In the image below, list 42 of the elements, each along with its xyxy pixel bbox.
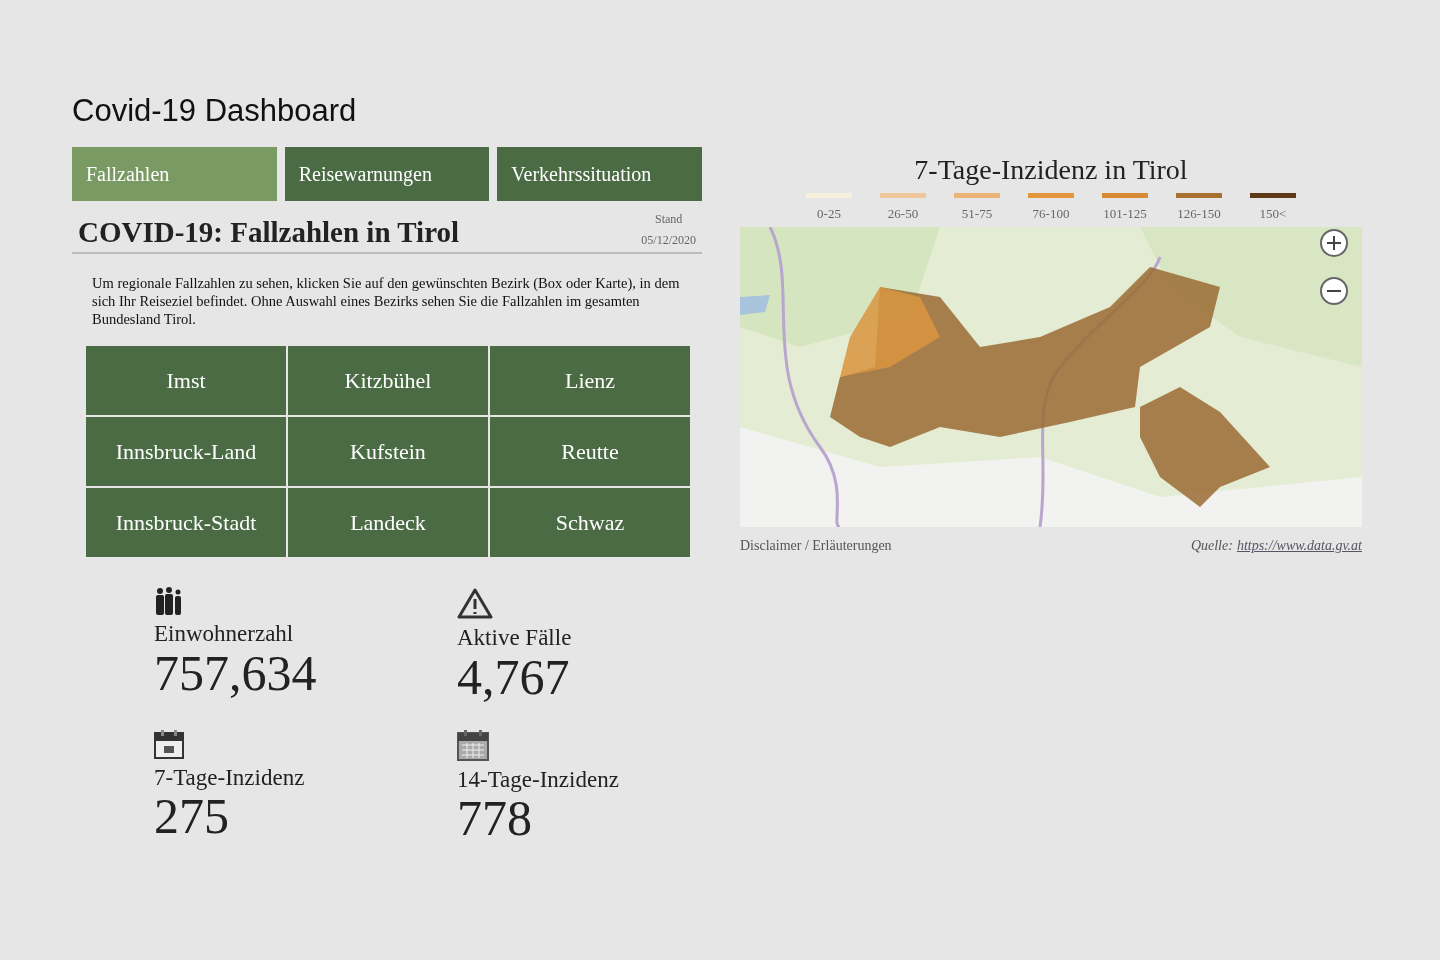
- district-button[interactable]: Lienz: [490, 346, 690, 416]
- stat-value: 4,767: [457, 650, 571, 704]
- tab[interactable]: Reisewarnungen: [284, 147, 490, 202]
- disclaimer-link[interactable]: Disclaimer / Erläuterungen: [740, 535, 892, 557]
- stat-value: 778: [457, 792, 532, 845]
- legend-label: 101-125: [1102, 204, 1148, 223]
- district-button[interactable]: Kitzbühel: [288, 346, 488, 416]
- calendar-icon: [457, 729, 489, 762]
- tab[interactable]: Verkehrssituation: [497, 147, 702, 202]
- stat-label: 14-Tage-Inzidenz: [457, 767, 620, 793]
- stat-label: 7-Tage-Inzidenz: [154, 765, 306, 791]
- stat-value: 757,634: [154, 646, 318, 700]
- district-button[interactable]: Innsbruck-Land: [86, 417, 286, 487]
- legend-label: 0-25: [816, 204, 842, 223]
- district-button[interactable]: Innsbruck-Stadt: [86, 488, 286, 558]
- section-heading: COVID-19: Fallzahlen in Tirol: [78, 215, 460, 250]
- stand-label: Stand: [654, 211, 684, 229]
- stat-label: Einwohnerzahl: [154, 621, 295, 647]
- source-label: Quelle:: [1190, 537, 1233, 556]
- map-title: 7-Tage-Inzidenz in Tirol: [913, 153, 1189, 187]
- district-button[interactable]: Landeck: [288, 488, 488, 558]
- stat-label: Aktive Fälle: [457, 625, 573, 651]
- minus-icon: [1326, 289, 1342, 294]
- intro-text: Um regionale Fallzahlen zu sehen, klicken Sie auf den gewünschten Bezirk (Box oder Karte), in dem sich Ihr Reiseziel befindet. Ohne Auswahl eines Bezirks sehen Sie die Fallzahlen im gesamten Bundesland Tirol.: [92, 273, 681, 329]
- plus-icon: [1326, 235, 1342, 252]
- legend-label: 126-150: [1176, 204, 1222, 223]
- district-button[interactable]: Imst: [86, 346, 286, 416]
- legend-label: 26-50: [886, 204, 920, 223]
- tab[interactable]: Fallzahlen: [72, 147, 277, 202]
- district-button[interactable]: Kufstein: [288, 417, 488, 487]
- legend-label: 51-75: [960, 204, 994, 223]
- source-link[interactable]: https://www.data.gv.at: [1236, 535, 1362, 557]
- district-button[interactable]: Schwaz: [490, 488, 690, 558]
- family-icon: [154, 587, 184, 616]
- district-button[interactable]: Reutte: [490, 417, 690, 487]
- warning-icon: [457, 587, 493, 620]
- legend-label: 76-100: [1031, 204, 1071, 223]
- dashboard-title: Covid-19 Dashboard: [72, 92, 358, 130]
- calendar-icon: [154, 729, 184, 760]
- stand-date: 05/12/2020: [641, 231, 696, 249]
- stat-value: 275: [154, 790, 229, 843]
- legend-label: 150<: [1258, 204, 1288, 223]
